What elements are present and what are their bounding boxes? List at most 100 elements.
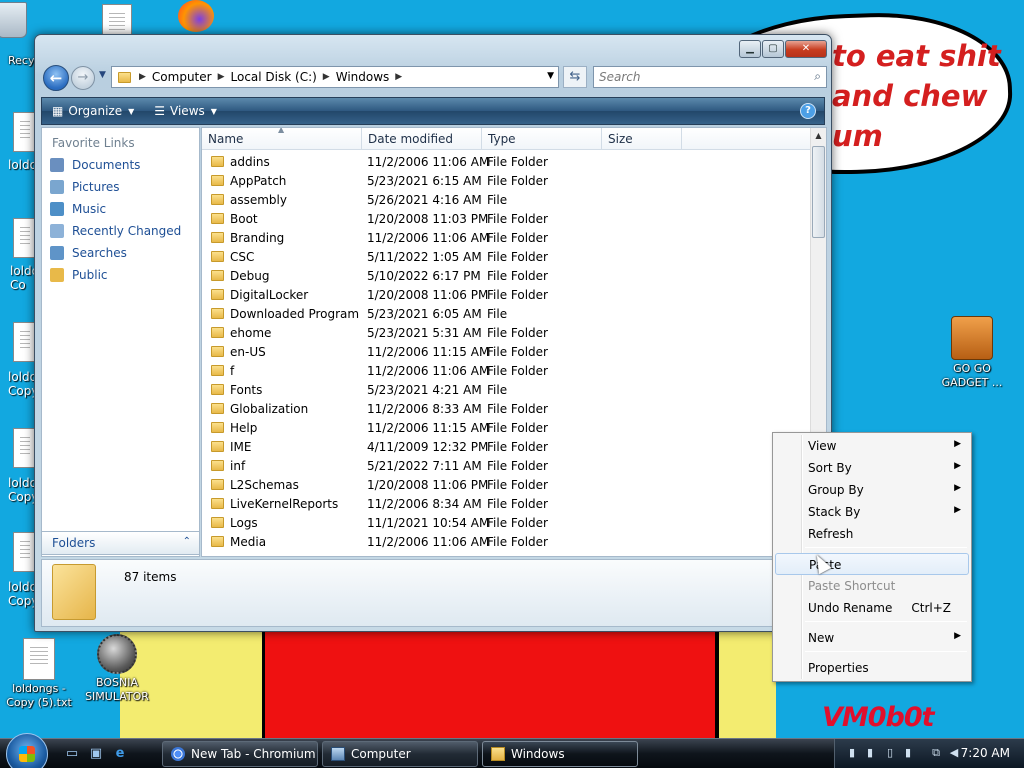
menu-item-group-by[interactable]: Group By ▶ (775, 479, 969, 501)
clock[interactable]: 7:20 AM (961, 746, 1010, 760)
address-dropdown-icon[interactable]: ▼ (547, 71, 554, 81)
desktop-icon-go-go-gadget[interactable]: GO GO GADGET ... (932, 316, 1012, 390)
breadcrumb-computer[interactable]: Computer (152, 70, 212, 84)
favorite-link[interactable]: Searches (42, 242, 199, 264)
menu-item-paste[interactable]: Paste (775, 553, 969, 575)
column-header-date-modified[interactable]: Date modified (362, 128, 482, 150)
tray-app-icon[interactable]: ▮ (863, 746, 877, 760)
file-name-cell: ehome (202, 326, 362, 340)
file-row[interactable]: Branding 11/2/2006 11:06 AM File Folder (202, 228, 810, 247)
file-row[interactable]: Globalization 11/2/2006 8:33 AM File Folde… (202, 399, 810, 418)
tray-app-icon[interactable]: ▮ (901, 746, 915, 760)
favorite-link-icon (50, 224, 64, 238)
tray-app-icon[interactable]: ▮ (845, 746, 859, 760)
breadcrumb-separator-icon[interactable]: ▶ (323, 72, 330, 82)
column-header-type[interactable]: Type (482, 128, 602, 150)
file-row[interactable]: Help 11/2/2006 11:15 AM File Folder (202, 418, 810, 437)
favorite-link[interactable]: Documents (42, 154, 199, 176)
favorite-link[interactable]: Recently Changed (42, 220, 199, 242)
file-row[interactable]: Debug 5/10/2022 6:17 PM File Folder (202, 266, 810, 285)
refresh-button[interactable]: ⇆ (563, 66, 587, 88)
favorite-link-icon (50, 180, 64, 194)
taskbar-button-windows[interactable]: Windows (482, 741, 638, 767)
file-row[interactable]: Fonts 5/23/2021 4:21 AM File (202, 380, 810, 399)
file-row[interactable]: Boot 1/20/2008 11:03 PM File Folder (202, 209, 810, 228)
menu-item-refresh[interactable]: Refresh (775, 523, 969, 545)
file-name-cell: L2Schemas (202, 478, 362, 492)
file-row[interactable]: en-US 11/2/2006 11:15 AM File Folder (202, 342, 810, 361)
file-type: File Folder (487, 249, 548, 264)
close-button[interactable]: ✕ (785, 40, 827, 58)
forward-button[interactable]: → (71, 66, 95, 90)
minimize-button[interactable]: ▁ (739, 40, 761, 58)
address-bar[interactable]: ▶ Computer ▶ Local Disk (C:) ▶ Windows ▶… (111, 66, 559, 88)
menu-item-label: Undo Rename (808, 601, 893, 615)
desktop-icon-loldongs-copy-5[interactable]: loldongs - Copy (5).txt (0, 638, 78, 710)
menu-item-view[interactable]: View ▶ (775, 435, 969, 457)
taskbar-button-chromium[interactable]: New Tab - Chromium (162, 741, 318, 767)
file-type: File Folder (487, 477, 548, 492)
file-row[interactable]: Media 11/2/2006 11:06 AM File Folder (202, 532, 810, 551)
taskbar-button-computer[interactable]: Computer (322, 741, 478, 767)
file-date: 11/2/2006 11:06 AM (367, 154, 490, 169)
breadcrumb-separator-icon[interactable]: ▶ (139, 72, 146, 82)
favorite-link[interactable]: Music (42, 198, 199, 220)
folder-icon (211, 213, 224, 224)
file-row[interactable]: ehome 5/23/2021 5:31 AM File Folder (202, 323, 810, 342)
folders-toggle[interactable]: Folders ⌃ (41, 531, 200, 555)
file-name-cell: Downloaded Program ... (202, 307, 362, 321)
help-icon[interactable]: ? (800, 103, 816, 119)
breadcrumb-windows[interactable]: Windows (336, 70, 390, 84)
network-icon[interactable]: ⧉ (929, 746, 943, 760)
breadcrumb-separator-icon[interactable]: ▶ (218, 72, 225, 82)
file-row[interactable]: CSC 5/11/2022 1:05 AM File Folder (202, 247, 810, 266)
favorite-link[interactable]: Pictures (42, 176, 199, 198)
column-header-label: Size (608, 132, 633, 146)
start-button[interactable] (6, 733, 48, 768)
file-row[interactable]: f 11/2/2006 11:06 AM File Folder (202, 361, 810, 380)
file-row[interactable]: inf 5/21/2022 7:11 AM File Folder (202, 456, 810, 475)
desktop-icon-recycle-bin[interactable]: Recy (0, 2, 42, 67)
file-row[interactable]: Downloaded Program ... 5/23/2021 6:05 AM F… (202, 304, 810, 323)
folder-icon (211, 422, 224, 433)
show-desktop-icon[interactable]: ▭ (64, 746, 80, 762)
menu-item-stack-by[interactable]: Stack By ▶ (775, 501, 969, 523)
firefox-icon (178, 0, 214, 32)
favorite-link[interactable]: Public (42, 264, 199, 286)
internet-explorer-icon[interactable]: e (112, 746, 128, 762)
search-icon[interactable]: ⌕ (814, 69, 821, 84)
organize-label: Organize (68, 104, 123, 118)
desktop-icon-firefox[interactable] (172, 0, 220, 34)
menu-item-undo-rename[interactable]: Undo Rename Ctrl+Z (775, 597, 969, 619)
organize-button[interactable]: ▦ Organize ▼ (42, 104, 144, 118)
menu-item-sort-by[interactable]: Sort By ▶ (775, 457, 969, 479)
back-button[interactable]: ← (43, 65, 69, 91)
column-header-name[interactable]: ▲ Name (202, 128, 362, 150)
column-header-size[interactable]: Size (602, 128, 682, 150)
file-row[interactable]: AppPatch 5/23/2021 6:15 AM File Folder (202, 171, 810, 190)
file-row[interactable]: LiveKernelReports 11/2/2006 8:34 AM File F… (202, 494, 810, 513)
menu-item-new[interactable]: New ▶ (775, 627, 969, 649)
search-input[interactable]: Search ⌕ (593, 66, 827, 88)
breadcrumb-separator-icon[interactable]: ▶ (395, 72, 402, 82)
file-row[interactable]: Logs 11/1/2021 10:54 AM File Folder (202, 513, 810, 532)
maximize-button[interactable]: ▢ (762, 40, 784, 58)
scrollbar-thumb[interactable] (812, 146, 825, 238)
file-row[interactable]: assembly 5/26/2021 4:16 AM File (202, 190, 810, 209)
file-row[interactable]: IME 4/11/2009 12:32 PM File Folder (202, 437, 810, 456)
desktop-icon-bosnia-simulator[interactable]: BOSNIA SIMULATOR (76, 634, 158, 704)
views-button[interactable]: ☰ Views ▼ (144, 104, 227, 118)
file-row[interactable]: L2Schemas 1/20/2008 11:06 PM File Folder (202, 475, 810, 494)
tray-app-icon[interactable]: ▯ (883, 746, 897, 760)
folder-icon (211, 175, 224, 186)
recent-pages-dropdown[interactable]: ▼ (99, 70, 106, 80)
volume-icon[interactable]: ◀ (947, 746, 961, 760)
desktop-icon-text-file[interactable] (92, 4, 142, 38)
breadcrumb-local-disk[interactable]: Local Disk (C:) (231, 70, 317, 84)
command-bar: ▦ Organize ▼ ☰ Views ▼ ? (41, 97, 825, 125)
switch-windows-icon[interactable]: ▣ (88, 746, 104, 762)
file-row[interactable]: addins 11/2/2006 11:06 AM File Folder (202, 152, 810, 171)
menu-item-properties[interactable]: Properties (775, 657, 969, 679)
scroll-up-icon[interactable]: ▲ (811, 128, 826, 144)
file-row[interactable]: DigitalLocker 1/20/2008 11:06 PM File Fold… (202, 285, 810, 304)
